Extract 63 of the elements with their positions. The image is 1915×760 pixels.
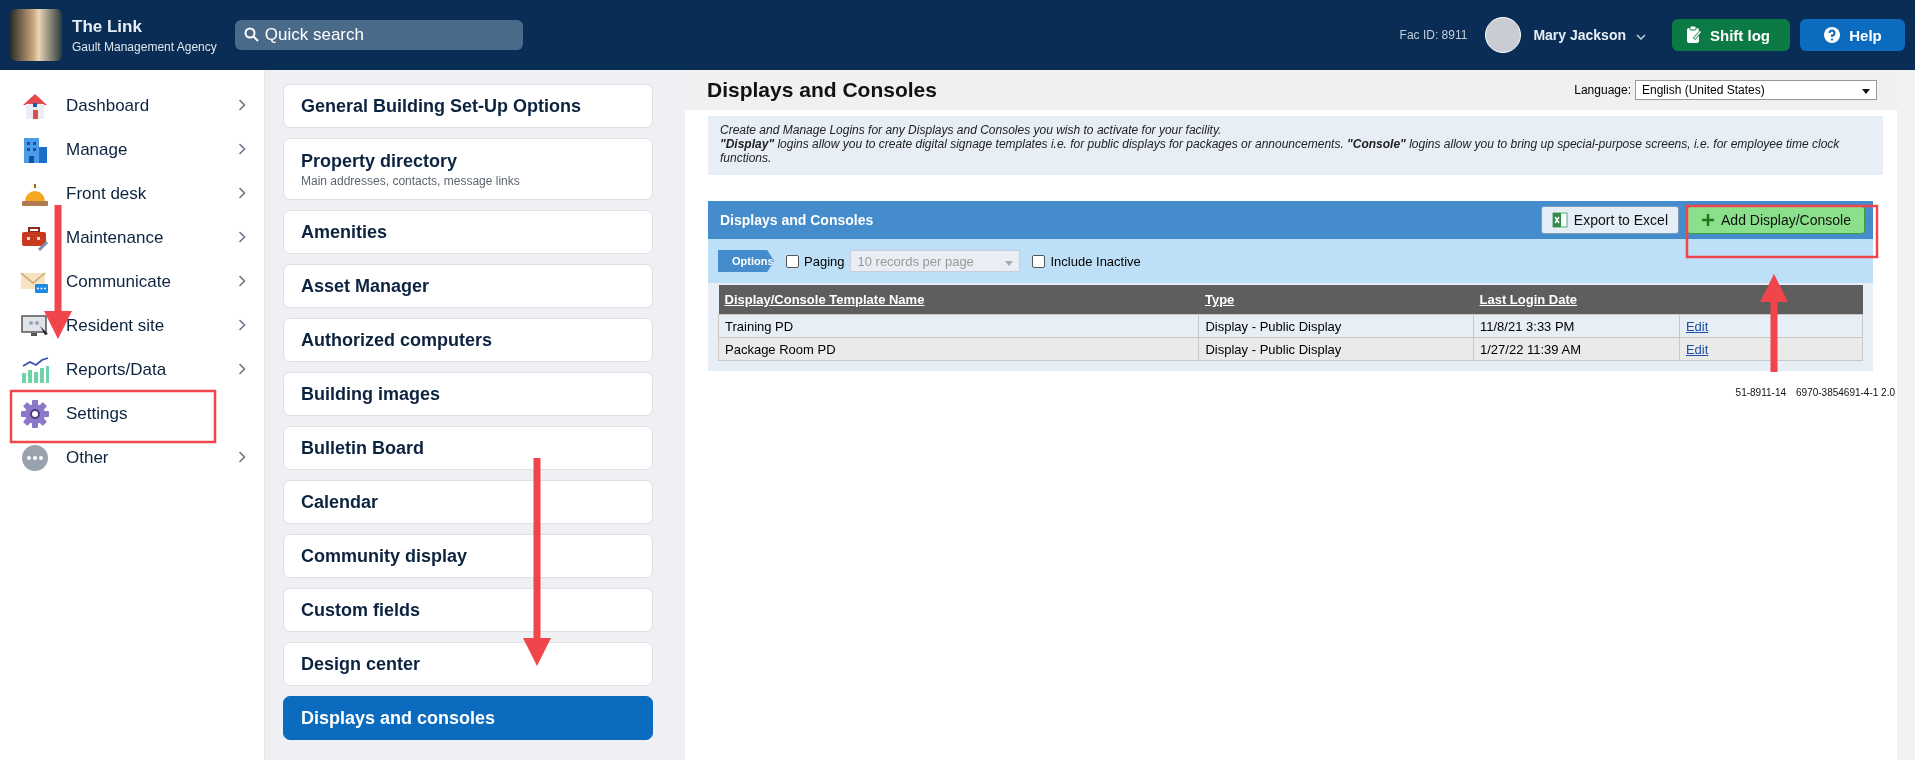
info-text: Create and Manage Logins for any Displays and Consoles you wish to activate for your facility. — [720, 123, 1223, 137]
dropdown-arrow-icon — [1005, 260, 1014, 266]
settings-menu-item[interactable]: Property directory Main addresses, contacts, message links — [283, 138, 653, 200]
chevron-down-icon[interactable] — [1636, 34, 1646, 40]
paging-checkbox[interactable]: Paging — [786, 253, 845, 269]
edit-link[interactable]: Edit — [1685, 318, 1709, 334]
version-text: 51-8911-14 — [1735, 387, 1786, 398]
settings-menu-item[interactable]: Bulletin Board — [283, 426, 653, 470]
page-title: Displays and Consoles — [707, 78, 938, 102]
table-cell: 1/27/22 11:39 AM — [1473, 337, 1680, 361]
settings-menu-item[interactable]: Design center — [283, 642, 653, 686]
settings-menu-item[interactable]: Calendar — [283, 480, 653, 524]
export-excel-button[interactable]: Export to Excel — [1540, 206, 1679, 234]
nav-item[interactable]: Manage — [0, 128, 264, 172]
edit-link[interactable]: Edit — [1685, 341, 1709, 357]
nav-item[interactable]: Resident site — [0, 304, 264, 348]
settings-icon — [20, 399, 50, 429]
menu-item-description: Main addresses, contacts, message links — [301, 173, 521, 188]
app-title: The Link — [72, 16, 143, 37]
nav-item[interactable]: Reports/Data — [0, 348, 264, 392]
menu-item-title: Property directory — [301, 150, 459, 172]
settings-menu-item[interactable]: Community display — [283, 534, 653, 578]
more-icon — [20, 443, 50, 473]
nav-item[interactable]: Communicate — [0, 260, 264, 304]
options-tab[interactable]: Options — [718, 250, 774, 272]
logo-photo-placeholder — [10, 9, 62, 61]
settings-menu-item[interactable]: Asset Manager — [283, 264, 653, 308]
nav-item[interactable]: Settings — [0, 392, 264, 436]
nav-item[interactable]: Other — [0, 436, 264, 480]
nav-item[interactable]: Front desk — [0, 172, 264, 216]
table-cell: Package Room PD — [718, 337, 1199, 361]
facility-id: Fac ID: 8911 — [1399, 28, 1468, 42]
dropdown-arrow-icon — [1862, 89, 1870, 94]
settings-menu-item[interactable]: Custom fields — [283, 588, 653, 632]
settings-menu-item[interactable]: Building images — [283, 372, 653, 416]
nav-item[interactable]: Maintenance — [0, 216, 264, 260]
language-label: Language: — [1574, 83, 1631, 97]
chart-icon — [20, 355, 50, 385]
search-field[interactable]: Quick search — [234, 20, 523, 50]
user-avatar — [1485, 17, 1522, 53]
table-cell: Training PD — [718, 314, 1199, 338]
info-text: "Display" logins allow you to create digital signage templates i.e. for public displays for packages or announcements. "Console" logins allow you to bring up special-purpose screens, i.e. for employee time clock functions. — [720, 137, 1841, 165]
help-icon — [1823, 26, 1842, 44]
settings-menu-item[interactable]: General Building Set-Up Options — [283, 84, 653, 128]
table-cell: Display - Public Display — [1198, 314, 1474, 338]
settings-menu-item[interactable]: Displays and consoles — [283, 696, 653, 740]
help-button[interactable]: Help — [1800, 19, 1905, 51]
settings-menu-item[interactable]: Amenities — [283, 210, 653, 254]
table-cell: Display - Public Display — [1198, 337, 1474, 361]
table-cell: 11/8/21 3:33 PM — [1473, 314, 1680, 338]
user-name[interactable]: Mary Jackson — [1533, 27, 1626, 43]
company-name: Gault Management Agency — [72, 39, 217, 54]
shift-log-button[interactable]: Shift log — [1672, 19, 1790, 51]
add-display-button[interactable]: Add Display/Console — [1687, 206, 1865, 234]
version-text: 6970-3854691-4-1 2.0 — [1796, 387, 1895, 398]
nav-item[interactable]: Dashboard — [0, 84, 264, 128]
clipboard-edit-icon — [1686, 26, 1702, 44]
spreadsheet-icon — [1551, 212, 1568, 228]
column-header[interactable]: Type — [1204, 292, 1235, 307]
grid-title: Displays and Consoles — [720, 212, 875, 228]
language-dropdown[interactable]: English (United States) — [1635, 80, 1877, 100]
plus-icon — [1701, 213, 1715, 227]
settings-menu-item[interactable]: Authorized computers — [283, 318, 653, 362]
